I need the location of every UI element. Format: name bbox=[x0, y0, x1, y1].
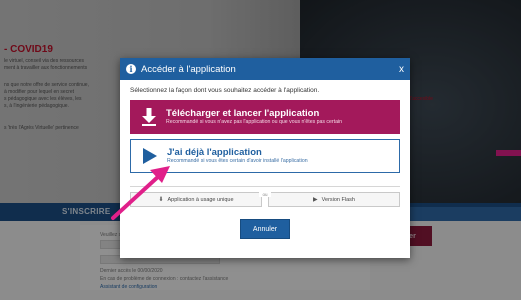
download-launch-subtitle: Recommandé si vous n'avez pas l'applicat… bbox=[166, 119, 342, 125]
options-separator: ou bbox=[130, 183, 400, 197]
flash-version-label: Version Flash bbox=[321, 196, 355, 203]
dialog-header: i Accéder à l'application x bbox=[120, 58, 410, 80]
download-arrow-icon bbox=[138, 106, 160, 128]
single-use-app-label: Application à usage unique bbox=[167, 196, 234, 203]
download-small-icon: ⬇ bbox=[158, 197, 164, 203]
already-have-app-button[interactable]: J'ai déjà l'application Recommandé si vo… bbox=[130, 139, 400, 173]
single-use-app-button[interactable]: ⬇ Application à usage unique bbox=[130, 192, 262, 207]
access-application-dialog: i Accéder à l'application x Sélectionnez… bbox=[120, 58, 410, 258]
separator-label: ou bbox=[259, 192, 271, 197]
download-launch-button[interactable]: Télécharger et lancer l'application Reco… bbox=[130, 100, 400, 134]
dialog-title: Accéder à l'application bbox=[141, 63, 236, 75]
play-icon bbox=[139, 145, 161, 167]
info-icon: i bbox=[126, 64, 136, 74]
already-have-app-title: J'ai déjà l'application bbox=[167, 147, 262, 158]
close-icon[interactable]: x bbox=[399, 64, 404, 75]
already-have-app-subtitle: Recommandé si vous êtes certain d'avoir … bbox=[167, 158, 308, 164]
flash-version-button[interactable]: ▶ Version Flash bbox=[268, 192, 400, 207]
dialog-instruction: Sélectionnez la façon dont vous souhaite… bbox=[130, 87, 320, 94]
cancel-button[interactable]: Annuler bbox=[240, 219, 290, 239]
download-launch-title: Télécharger et lancer l'application bbox=[166, 108, 320, 119]
cancel-wrap: Annuler bbox=[120, 219, 410, 239]
play-small-icon: ▶ bbox=[313, 197, 318, 203]
